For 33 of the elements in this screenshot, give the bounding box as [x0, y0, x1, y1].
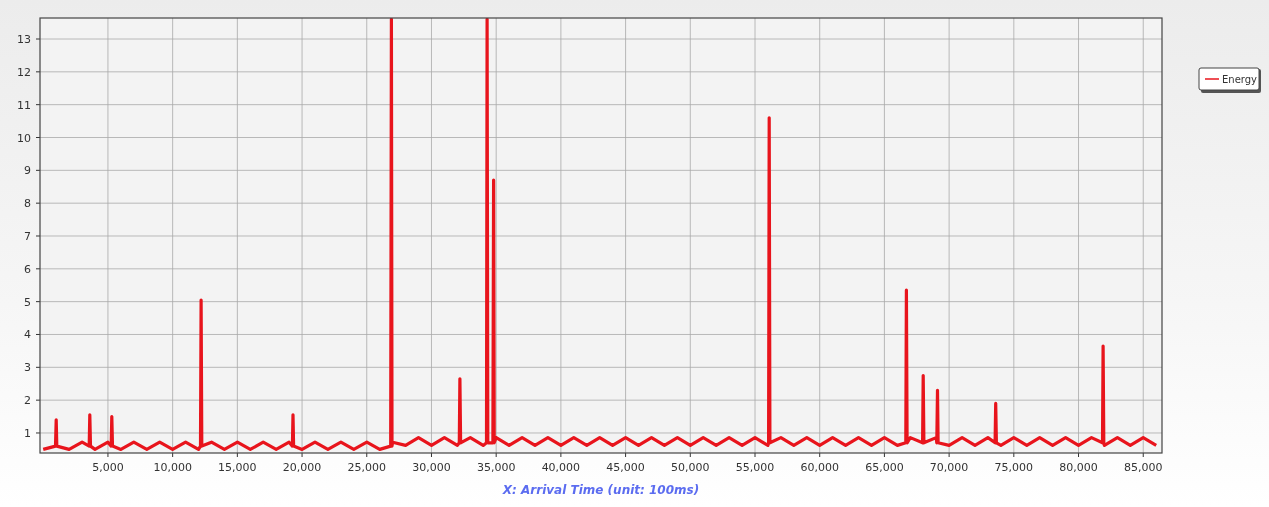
x-axis-tick-label: 85,000	[1124, 461, 1163, 474]
x-axis-tick-label: 45,000	[606, 461, 645, 474]
x-axis-tick-label: 50,000	[671, 461, 710, 474]
x-axis-tick-label: 10,000	[153, 461, 192, 474]
y-axis-tick-label: 12	[17, 65, 31, 79]
y-axis-tick-label: 2	[24, 394, 31, 408]
x-axis-tick-label: 55,000	[735, 461, 775, 474]
x-axis-tick-label: 15,000	[218, 461, 257, 474]
y-axis-tick-label: 5	[24, 295, 31, 309]
x-axis-tick-label: 20,000	[282, 461, 322, 474]
y-axis-tick-label: 13	[17, 33, 31, 46]
y-axis-tick-label: 7	[24, 230, 31, 243]
y-axis-tick-label: 6	[24, 262, 31, 276]
x-axis-tick-label: 80,000	[1059, 461, 1098, 474]
x-axis-tick-label: 70,000	[929, 461, 969, 474]
y-axis-tick-label: 10	[17, 131, 31, 145]
x-axis-tick-label: 60,000	[800, 461, 839, 474]
x-axis-tick-label: 40,000	[541, 461, 581, 474]
x-axis-tick-label: 35,000	[476, 461, 516, 474]
legend-label: Energy	[1222, 74, 1257, 85]
y-axis-tick-label: 3	[24, 361, 31, 375]
x-axis-tick-label: 30,000	[412, 461, 451, 474]
y-axis-tick-label: 9	[24, 164, 31, 178]
y-axis-tick-label: 4	[24, 328, 31, 342]
legend-box	[1198, 67, 1260, 91]
x-axis-title: X: Arrival Time (unit: 100ms)	[502, 483, 700, 497]
x-axis-tick-label: 65,000	[865, 461, 904, 474]
y-axis-tick-label: 1	[24, 426, 31, 440]
x-axis-tick-label: 75,000	[994, 461, 1034, 474]
x-axis-tick-label: 25,000	[347, 461, 386, 474]
x-axis-tick-label: 5,000	[92, 461, 124, 474]
y-axis-tick-label: 11	[17, 98, 31, 112]
y-axis-tick-label: 8	[24, 197, 31, 211]
